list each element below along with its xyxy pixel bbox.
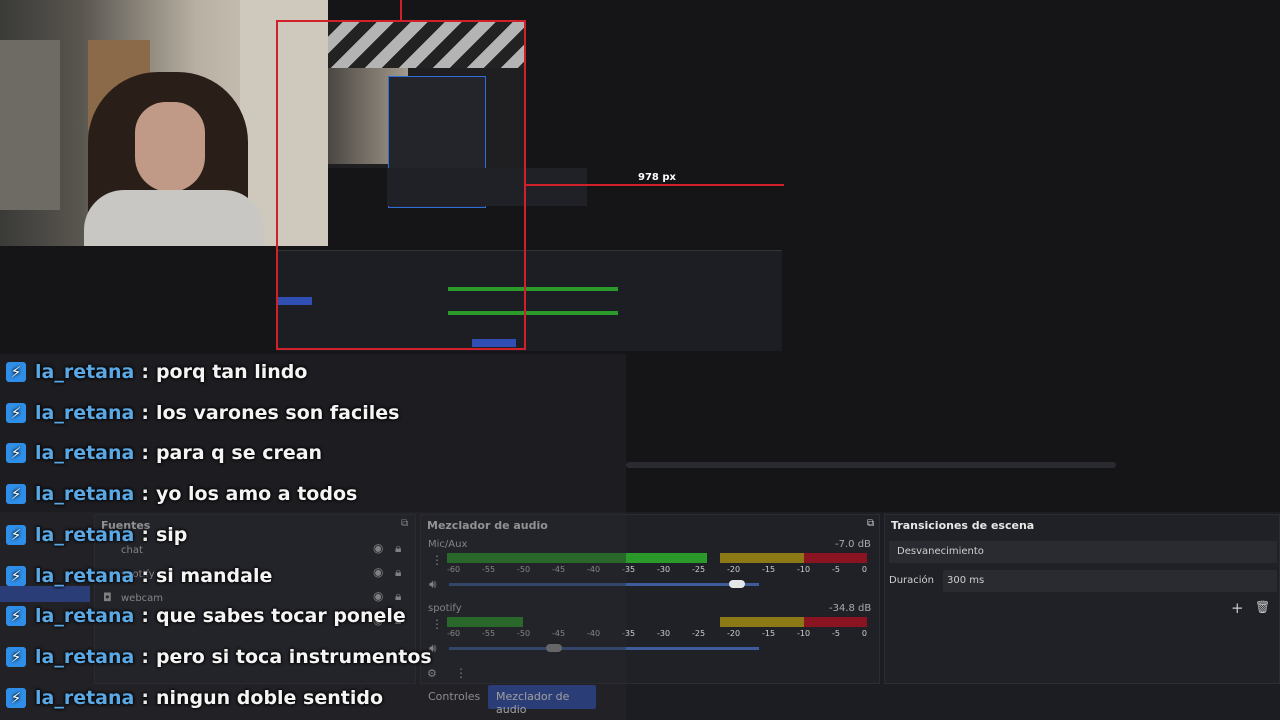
chat-username[interactable]: la_retana <box>35 687 134 709</box>
horizontal-scrollbar[interactable] <box>626 462 1116 468</box>
chat-message: ⚡ la_retana: si mandale <box>6 559 272 593</box>
chat-separator: : <box>141 483 149 506</box>
tick-label: -10 <box>797 565 811 574</box>
chat-text: para q se crean <box>155 442 323 465</box>
distance-label: 978 px <box>638 172 676 183</box>
chat-separator: : <box>141 564 149 587</box>
tick-label: 0 <box>861 629 867 638</box>
chat-username[interactable]: la_retana <box>35 442 134 464</box>
chat-text: porq tan lindo <box>155 361 308 383</box>
duration-input[interactable]: 300 ms <box>943 570 1277 592</box>
tick-label: -5 <box>832 565 840 574</box>
chat-message: ⚡ la_retana: para q se crean <box>6 436 322 470</box>
source-bounding-box[interactable] <box>276 20 526 350</box>
chat-message: ⚡ la_retana: los varones son faciles <box>6 396 399 430</box>
tick-label: -25 <box>692 629 706 638</box>
chat-message: ⚡ la_retana: ningun doble sentido <box>6 681 383 715</box>
chat-text: ningun doble sentido <box>155 686 384 709</box>
tick-label: -5 <box>832 629 840 638</box>
mod-badge-icon: ⚡ <box>6 484 26 505</box>
undock-icon[interactable]: ⧉ <box>867 518 874 529</box>
mod-badge-icon: ⚡ <box>6 402 26 423</box>
mod-badge-icon: ⚡ <box>6 524 26 545</box>
mod-badge-icon: ⚡ <box>6 646 26 667</box>
tick-label: -10 <box>797 629 811 638</box>
chat-text: sip <box>155 523 188 546</box>
chat-overlay: ⚡ la_retana: porq tan lindo ⚡ la_retana: los … <box>0 354 626 720</box>
mod-badge-icon: ⚡ <box>6 362 26 382</box>
tick-label: -30 <box>657 565 671 574</box>
transition-select[interactable]: Desvanecimiento <box>889 541 1277 563</box>
transitions-title: Transiciones de escena <box>891 519 1035 532</box>
chat-username[interactable]: la_retana <box>35 565 134 587</box>
duration-label: Duración <box>889 575 935 586</box>
chat-separator: : <box>141 361 149 383</box>
trash-icon[interactable]: 🗑︎ <box>1255 600 1270 614</box>
chat-text: si mandale <box>155 564 273 587</box>
chat-message: ⚡ la_retana: yo los amo a todos <box>6 477 357 511</box>
guide-line-right <box>526 184 784 186</box>
tick-label: -20 <box>727 629 741 638</box>
mod-badge-icon: ⚡ <box>6 606 26 627</box>
tick-label: -15 <box>762 565 776 574</box>
chat-separator: : <box>141 686 149 709</box>
chat-username[interactable]: la_retana <box>35 646 134 668</box>
chat-separator: : <box>141 401 149 424</box>
chat-text: los varones son faciles <box>155 401 400 424</box>
channel-db: -7.0 dB <box>835 539 871 550</box>
tick-label: -25 <box>692 565 706 574</box>
guide-line-top <box>400 0 402 20</box>
chat-text: que sabes tocar ponele <box>155 605 406 628</box>
transitions-panel: Transiciones de escena Desvanecimiento D… <box>884 514 1280 684</box>
tick-label: -20 <box>727 565 741 574</box>
add-icon[interactable]: + <box>1231 599 1244 617</box>
tick-label: -15 <box>762 629 776 638</box>
chat-message: ⚡ la_retana: que sabes tocar ponele <box>6 599 406 633</box>
chat-username[interactable]: la_retana <box>35 524 134 546</box>
chat-message: ⚡ la_retana: sip <box>6 518 187 552</box>
chat-username[interactable]: la_retana <box>35 483 134 505</box>
chat-message: ⚡ la_retana: porq tan lindo <box>6 355 307 389</box>
tick-label: -30 <box>657 629 671 638</box>
chat-username[interactable]: la_retana <box>35 605 134 627</box>
mod-badge-icon: ⚡ <box>6 443 26 464</box>
chat-separator: : <box>141 442 149 465</box>
channel-db: -34.8 dB <box>829 603 872 614</box>
chat-separator: : <box>141 523 149 546</box>
mod-badge-icon: ⚡ <box>6 687 26 708</box>
chat-text: pero si toca instrumentos <box>155 645 432 668</box>
chat-message: ⚡ la_retana: pero si toca instrumentos <box>6 640 432 674</box>
mod-badge-icon: ⚡ <box>6 565 26 586</box>
chat-username[interactable]: la_retana <box>35 361 134 383</box>
chat-separator: : <box>141 645 149 668</box>
chat-separator: : <box>141 605 149 628</box>
chat-text: yo los amo a todos <box>155 483 358 506</box>
tick-label: 0 <box>861 565 867 574</box>
chat-username[interactable]: la_retana <box>35 402 134 424</box>
